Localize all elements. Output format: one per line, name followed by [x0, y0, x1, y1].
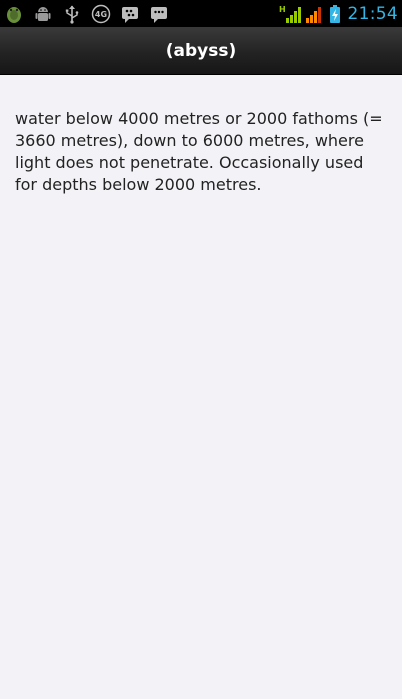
bbm-icon — [120, 4, 140, 24]
usb-icon — [62, 4, 82, 24]
notification-icons: 4G — [4, 3, 169, 25]
network-type-label: H — [279, 5, 286, 14]
cell-signal-icon — [305, 4, 325, 24]
4g-icon: 4G — [91, 4, 111, 24]
svg-text:4G: 4G — [95, 10, 107, 19]
chat-icon — [149, 4, 169, 24]
definition-text: water below 4000 metres or 2000 fathoms … — [15, 109, 383, 194]
title-bar: (abyss) — [0, 27, 402, 75]
status-bar: 4G H 21:54 — [0, 0, 402, 27]
android-debug-icon — [4, 4, 24, 24]
page-title: (abyss) — [165, 40, 237, 61]
network-signal-icon: H — [278, 4, 302, 24]
clock: 21:54 — [347, 4, 398, 24]
android-robot-icon — [33, 4, 53, 24]
battery-charging-icon — [328, 4, 342, 24]
system-indicators: H 21:54 — [278, 3, 399, 25]
